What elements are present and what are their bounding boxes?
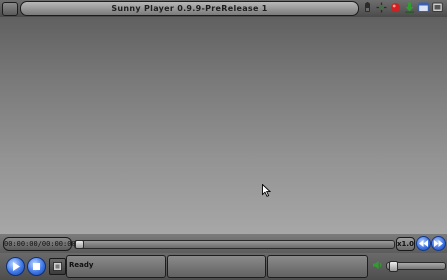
faster-button[interactable] <box>431 236 446 251</box>
play-button[interactable] <box>6 257 25 276</box>
info-panel-1 <box>167 255 266 278</box>
volume-icon[interactable] <box>372 260 383 270</box>
status-text: Ready <box>69 261 94 269</box>
slower-button[interactable] <box>416 236 431 251</box>
seek-row: 00:00:00/00:00:00 x1.0 <box>0 234 447 253</box>
video-display[interactable] <box>0 17 447 234</box>
mouse-pointer-icon <box>262 184 271 197</box>
window-title: Sunny Player 0.9.9-PreRelease 1 <box>20 1 359 16</box>
title-bar: Sunny Player 0.9.9-PreRelease 1 <box>0 0 447 17</box>
network-icon[interactable] <box>376 2 387 13</box>
record-icon[interactable] <box>390 2 401 13</box>
download-icon[interactable] <box>404 2 415 13</box>
system-menu-button[interactable] <box>2 2 18 16</box>
rewind-icon <box>419 240 428 247</box>
status-panel: Ready <box>66 255 166 278</box>
fast-forward-icon <box>434 240 443 247</box>
open-file-button[interactable] <box>49 258 66 275</box>
volume-slider[interactable] <box>386 261 446 272</box>
stop-icon <box>33 263 40 270</box>
seek-handle[interactable] <box>75 240 84 249</box>
volume-handle[interactable] <box>389 261 398 272</box>
stop-button[interactable] <box>27 257 46 276</box>
info-panel-2 <box>267 255 368 278</box>
play-icon <box>12 262 20 271</box>
fullscreen-icon[interactable] <box>432 2 443 13</box>
control-row: Ready <box>0 253 447 280</box>
titlebar-icon-group <box>362 2 443 15</box>
playback-speed[interactable]: x1.0 <box>396 237 415 251</box>
battery-icon[interactable] <box>362 2 373 13</box>
seek-bar[interactable] <box>74 240 395 249</box>
eject-icon <box>53 262 62 271</box>
time-display: 00:00:00/00:00:00 <box>3 237 76 251</box>
window-icon[interactable] <box>418 2 429 13</box>
